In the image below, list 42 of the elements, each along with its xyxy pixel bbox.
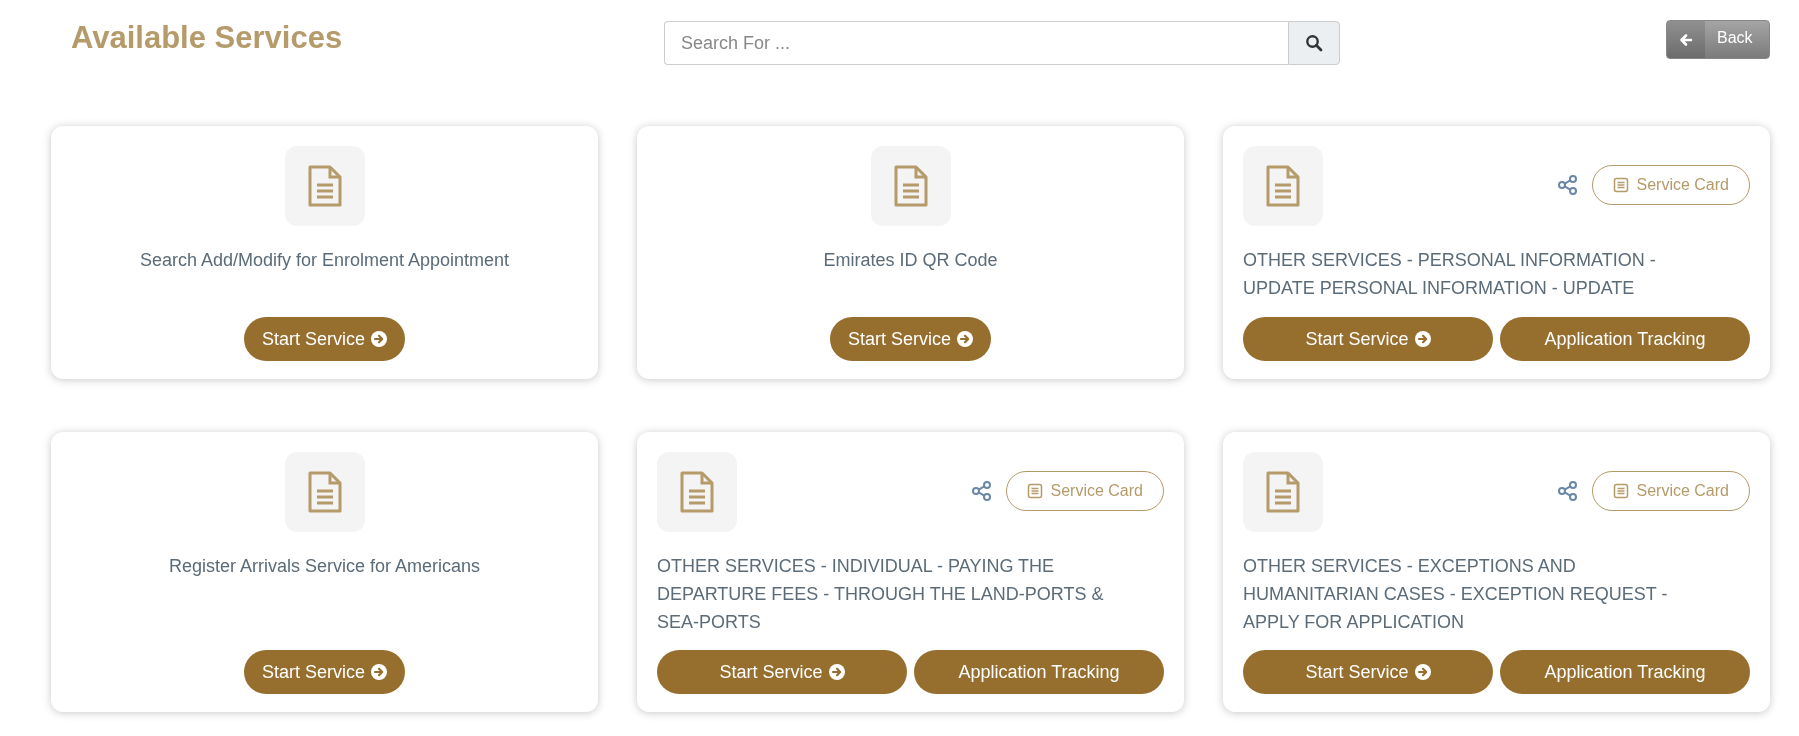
start-service-button[interactable]: Start Service bbox=[1243, 650, 1493, 694]
application-tracking-button[interactable]: Application Tracking bbox=[914, 650, 1164, 694]
service-title: Search Add/Modify for Enrolment Appointment bbox=[139, 249, 510, 272]
service-card-button[interactable]: Service Card bbox=[1005, 471, 1164, 511]
arrow-circle-icon bbox=[957, 331, 973, 347]
arrow-circle-icon bbox=[371, 664, 387, 680]
arrow-circle-icon bbox=[1414, 331, 1431, 347]
page-title: Available Services bbox=[71, 20, 344, 56]
document-icon bbox=[870, 146, 951, 226]
document-icon bbox=[284, 452, 365, 532]
list-icon bbox=[1612, 483, 1629, 499]
application-tracking-button[interactable]: Application Tracking bbox=[1500, 650, 1750, 694]
application-tracking-button[interactable]: Application Tracking bbox=[1500, 317, 1750, 361]
document-icon bbox=[657, 452, 737, 532]
service-card-button[interactable]: Service Card bbox=[1591, 165, 1750, 205]
arrow-circle-icon bbox=[1414, 664, 1431, 680]
share-icon[interactable] bbox=[1556, 480, 1579, 502]
search-icon bbox=[1305, 34, 1323, 52]
service-card-button[interactable]: Service Card bbox=[1591, 471, 1750, 511]
service-title: OTHER SERVICES - PERSONAL INFORMATION - UPDATE PERSONAL INFORMATION - UPDATE bbox=[1243, 249, 1657, 300]
service-title: Register Arrivals Service for Americans bbox=[168, 555, 481, 578]
start-service-button[interactable]: Start Service bbox=[1243, 317, 1493, 361]
document-icon bbox=[1243, 146, 1323, 226]
document-icon bbox=[284, 146, 365, 226]
list-icon bbox=[1026, 483, 1043, 499]
search-button[interactable] bbox=[1288, 21, 1340, 65]
service-title: OTHER SERVICES - INDIVIDUAL - PAYING THE DEPARTURE FEES - THROUGH THE LAND-PORTS & SEA-PORTS bbox=[657, 555, 1105, 634]
arrow-left-icon bbox=[1679, 32, 1693, 47]
start-service-button[interactable]: Start Service bbox=[243, 650, 405, 694]
service-title: OTHER SERVICES - EXCEPTIONS AND HUMANITARIAN CASES - EXCEPTION REQUEST - APPLY FOR APPLICATION bbox=[1243, 555, 1669, 634]
start-service-button[interactable]: Start Service bbox=[657, 650, 907, 694]
back-button[interactable]: Back bbox=[1666, 20, 1770, 59]
service-title: Emirates ID QR Code bbox=[823, 249, 998, 272]
list-icon bbox=[1612, 177, 1629, 193]
start-service-button[interactable]: Start Service bbox=[829, 317, 991, 361]
search-field[interactable]: Search For ... bbox=[664, 21, 1288, 65]
arrow-circle-icon bbox=[371, 331, 387, 347]
document-icon bbox=[1243, 452, 1323, 532]
arrow-circle-icon bbox=[828, 664, 845, 680]
share-icon[interactable] bbox=[1556, 174, 1579, 196]
share-icon[interactable] bbox=[970, 480, 993, 502]
start-service-button[interactable]: Start Service bbox=[243, 317, 405, 361]
